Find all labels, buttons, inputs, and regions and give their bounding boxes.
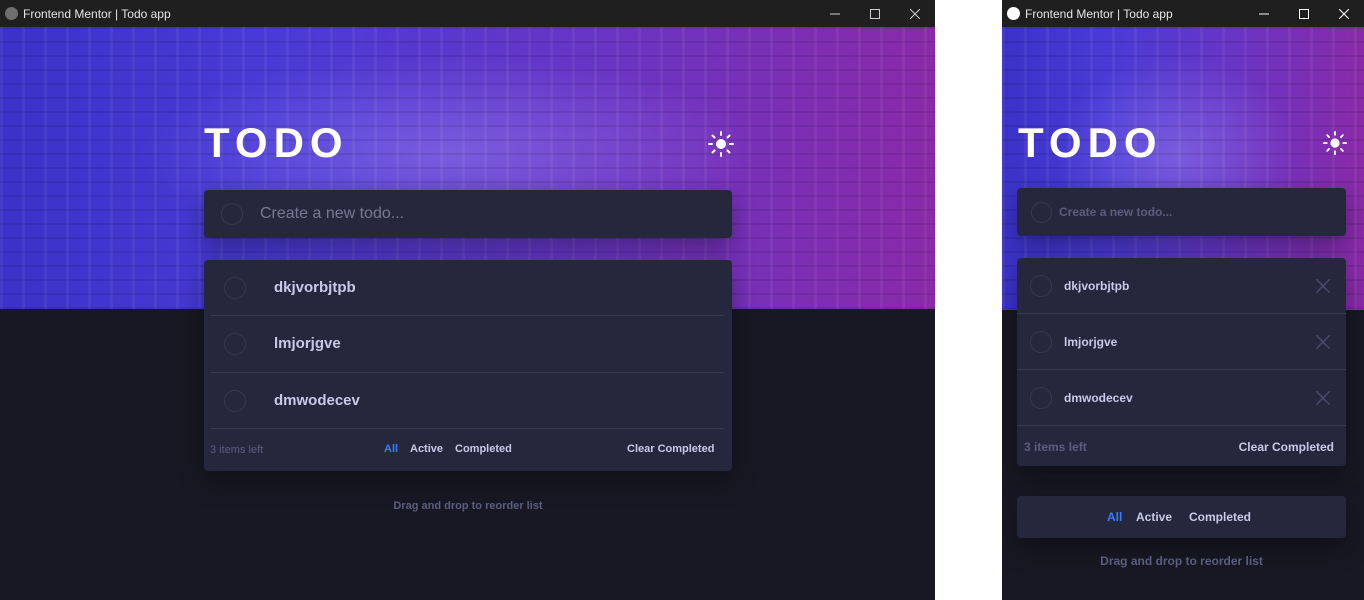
- todo-text: dmwodecev: [274, 392, 360, 409]
- filter-active[interactable]: Active: [410, 443, 443, 455]
- new-todo-checkbox[interactable]: [1031, 202, 1052, 223]
- minimize-button[interactable]: [1244, 0, 1284, 27]
- delete-icon[interactable]: [1316, 279, 1330, 293]
- maximize-icon: [1299, 8, 1309, 19]
- sun-icon[interactable]: [1323, 131, 1347, 155]
- app-icon: [5, 7, 18, 20]
- filter-completed[interactable]: Completed: [1189, 510, 1251, 524]
- items-left: 3 items left: [210, 444, 264, 456]
- title-bar: Frontend Mentor | Todo app: [1002, 0, 1364, 27]
- page-title: TODO: [1018, 119, 1163, 166]
- reorder-hint: Drag and drop to reorder list: [393, 500, 543, 512]
- todo-checkbox[interactable]: [224, 277, 246, 299]
- close-icon: [1339, 8, 1349, 19]
- minimize-button[interactable]: [815, 0, 855, 27]
- close-icon: [910, 8, 920, 19]
- items-left: 3 items left: [1024, 440, 1087, 454]
- list-item[interactable]: lmjorjgve: [1017, 314, 1346, 370]
- mobile-window: Frontend Mentor | Todo app TODO Create a…: [1002, 0, 1364, 600]
- delete-icon[interactable]: [1316, 335, 1330, 349]
- new-todo-placeholder: Create a new todo...: [1059, 205, 1173, 219]
- list-item[interactable]: dkjvorbjtpb: [1017, 258, 1346, 314]
- maximize-button[interactable]: [1284, 0, 1324, 27]
- filter-all[interactable]: All: [384, 443, 398, 455]
- list-item[interactable]: lmjorjgve: [204, 316, 732, 372]
- new-todo-input[interactable]: Create a new todo...: [1017, 188, 1346, 236]
- desktop-window: Frontend Mentor | Todo app TODO Create a…: [0, 0, 935, 600]
- todo-list: dkjvorbjtpb lmjorjgve dmwodecev 3 items …: [1017, 258, 1346, 466]
- todo-checkbox[interactable]: [1030, 387, 1052, 409]
- todo-text: dkjvorbjtpb: [1064, 279, 1130, 293]
- app-icon: [1007, 7, 1020, 20]
- reorder-hint: Drag and drop to reorder list: [1100, 554, 1263, 568]
- minimize-icon: [1259, 13, 1269, 14]
- new-todo-placeholder: Create a new todo...: [260, 205, 405, 222]
- window-title: Frontend Mentor | Todo app: [1025, 6, 1173, 21]
- todo-checkbox[interactable]: [1030, 275, 1052, 297]
- divider: [1017, 425, 1346, 426]
- todo-text: lmjorjgve: [1064, 335, 1118, 349]
- new-todo-input[interactable]: Create a new todo...: [204, 190, 732, 238]
- todo-list: dkjvorbjtpb lmjorjgve dmwodecev 3 items …: [204, 260, 732, 471]
- clear-completed-button[interactable]: Clear Completed: [627, 443, 714, 455]
- todo-checkbox[interactable]: [1030, 331, 1052, 353]
- todo-text: lmjorjgve: [274, 335, 341, 352]
- maximize-button[interactable]: [855, 0, 895, 27]
- list-item[interactable]: dmwodecev: [1017, 370, 1346, 426]
- filter-active[interactable]: Active: [1136, 510, 1172, 524]
- clear-completed-button[interactable]: Clear Completed: [1239, 440, 1334, 454]
- filter-all[interactable]: All: [1107, 510, 1122, 524]
- todo-text: dmwodecev: [1064, 391, 1133, 405]
- new-todo-checkbox[interactable]: [221, 203, 243, 225]
- todo-text: dkjvorbjtpb: [274, 279, 356, 296]
- maximize-icon: [870, 8, 880, 19]
- window-controls: [815, 0, 935, 27]
- todo-checkbox[interactable]: [224, 333, 246, 355]
- window-title: Frontend Mentor | Todo app: [23, 6, 171, 21]
- sun-icon[interactable]: [708, 131, 734, 157]
- delete-icon[interactable]: [1316, 391, 1330, 405]
- filter-completed[interactable]: Completed: [455, 443, 512, 455]
- page-title: TODO: [204, 119, 349, 166]
- close-button[interactable]: [895, 0, 935, 27]
- close-button[interactable]: [1324, 0, 1364, 27]
- title-bar: Frontend Mentor | Todo app: [0, 0, 935, 27]
- list-item[interactable]: dmwodecev: [204, 373, 732, 429]
- minimize-icon: [830, 13, 840, 14]
- divider: [211, 428, 724, 429]
- window-controls: [1244, 0, 1364, 27]
- todo-checkbox[interactable]: [224, 390, 246, 412]
- list-item[interactable]: dkjvorbjtpb: [204, 260, 732, 316]
- filter-bar: All Active Completed: [1017, 496, 1346, 538]
